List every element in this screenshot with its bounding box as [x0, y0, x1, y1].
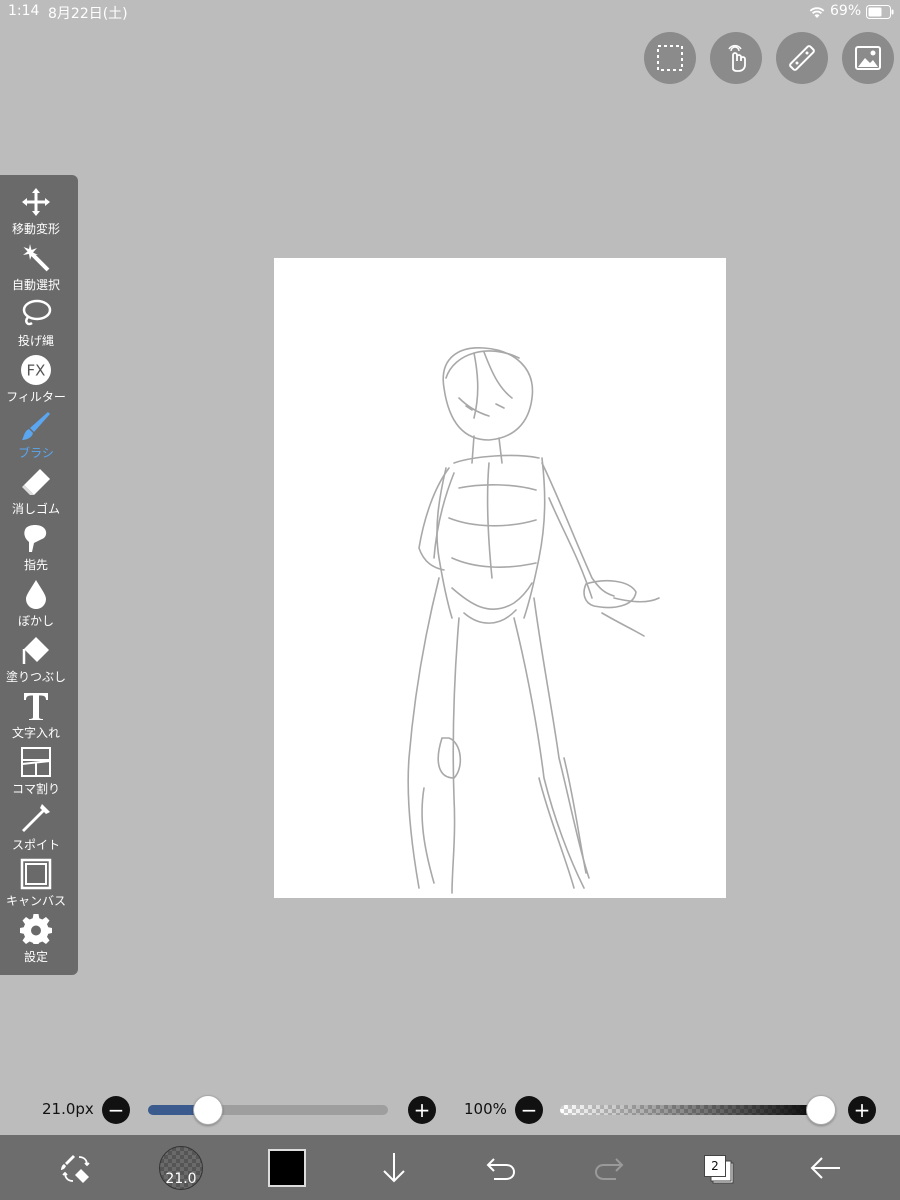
gear-icon: [19, 913, 53, 947]
tool-settings[interactable]: 設定: [0, 913, 72, 969]
ruler-button[interactable]: [776, 32, 828, 84]
redo-button[interactable]: [587, 1146, 631, 1190]
tool-smudge[interactable]: 指先: [0, 521, 72, 577]
wifi-icon: [809, 7, 825, 18]
tool-label: コマ割り: [11, 782, 60, 796]
bottom-toolbar: [0, 1135, 900, 1200]
move-icon: [19, 185, 53, 219]
brush-size-decrease-button[interactable]: −: [102, 1096, 130, 1124]
lasso-icon: [19, 297, 53, 331]
tool-label: ぼかし: [17, 614, 54, 628]
tool-label: 消しゴム: [11, 502, 60, 516]
opacity-value: 100%: [464, 1100, 507, 1118]
tool-label: 設定: [23, 950, 48, 964]
tool-panel: 移動変形 自動選択 投げ縄 FX フィルター ブラシ 消しゴム 指先 ぼかし 塗…: [0, 175, 78, 975]
tool-label: フィルター: [6, 390, 66, 404]
tool-canvas[interactable]: キャンバス: [0, 857, 72, 913]
opacity-knob[interactable]: [806, 1095, 836, 1125]
tool-brush[interactable]: ブラシ: [0, 409, 72, 465]
tool-move[interactable]: 移動変形: [0, 185, 72, 241]
arrow-left-icon: [810, 1157, 840, 1179]
brush-icon: [19, 409, 53, 443]
fx-icon: FX: [19, 353, 53, 387]
swap-brush-eraser-button[interactable]: [54, 1146, 98, 1190]
status-bar: 1:14 8月22日(土) 69%: [0, 0, 900, 24]
text-icon: [19, 689, 53, 723]
eyedropper-icon: [19, 801, 53, 835]
image-icon: [855, 46, 881, 70]
tool-label: ブラシ: [18, 446, 54, 460]
magic-wand-icon: [19, 241, 53, 275]
tool-blur[interactable]: ぼかし: [0, 577, 72, 633]
tool-label: 投げ縄: [17, 334, 54, 348]
brush-size-preview-button[interactable]: 21.0: [159, 1146, 203, 1190]
brush-size-slider[interactable]: [148, 1105, 388, 1115]
touch-button[interactable]: [710, 32, 762, 84]
color-picker-button[interactable]: [268, 1149, 306, 1187]
tool-lasso[interactable]: 投げ縄: [0, 297, 72, 353]
tool-eyedropper[interactable]: スポイト: [0, 801, 72, 857]
blur-drop-icon: [19, 577, 53, 611]
download-button[interactable]: [372, 1146, 416, 1190]
tool-label: 文字入れ: [11, 726, 60, 740]
minus-icon: −: [107, 1098, 125, 1122]
brush-size-knob[interactable]: [193, 1095, 223, 1125]
opacity-increase-button[interactable]: +: [848, 1096, 876, 1124]
back-button[interactable]: [803, 1146, 847, 1190]
battery-percent: 69%: [830, 3, 862, 19]
brush-size-increase-button[interactable]: +: [408, 1096, 436, 1124]
fx-text: FX: [27, 362, 46, 380]
tool-label: 自動選択: [11, 278, 60, 292]
tool-eraser[interactable]: 消しゴム: [0, 465, 72, 521]
brush-eraser-swap-icon: [61, 1155, 90, 1183]
plus-icon: +: [413, 1098, 431, 1122]
canvas-icon: [19, 857, 53, 891]
arrow-down-icon: [383, 1153, 405, 1183]
tool-text[interactable]: 文字入れ: [0, 689, 72, 745]
tool-filter[interactable]: FX フィルター: [0, 353, 72, 409]
undo-icon: [486, 1158, 516, 1180]
tool-fill[interactable]: 塗りつぶし: [0, 633, 72, 689]
status-time: 1:14: [8, 3, 40, 19]
selection-button[interactable]: [644, 32, 696, 84]
battery-icon: [866, 5, 894, 19]
selection-icon: [657, 45, 683, 71]
ruler-icon: [789, 45, 815, 71]
tool-label: スポイト: [11, 838, 60, 852]
frame-divider-icon: [19, 745, 53, 779]
touch-icon: [728, 44, 746, 72]
undo-button[interactable]: [479, 1146, 523, 1190]
drawing-canvas[interactable]: [274, 258, 726, 898]
finger-icon: [19, 521, 53, 555]
status-date: 8月22日(土): [48, 6, 128, 22]
gallery-button[interactable]: [842, 32, 894, 84]
layer-count: 2: [704, 1155, 726, 1177]
tool-label: 移動変形: [11, 222, 60, 236]
tool-label: キャンバス: [5, 894, 66, 908]
tool-auto-select[interactable]: 自動選択: [0, 241, 72, 297]
fill-bucket-icon: [19, 633, 53, 667]
brush-size-value: 21.0px: [42, 1100, 94, 1118]
minus-icon: −: [520, 1098, 538, 1122]
tool-label: 塗りつぶし: [5, 670, 67, 684]
eraser-icon: [19, 465, 53, 499]
opacity-slider[interactable]: [560, 1105, 826, 1115]
tool-frame-divider[interactable]: コマ割り: [0, 745, 72, 801]
figure-sketch: [407, 347, 660, 894]
brush-size-badge: 21.0: [165, 1171, 197, 1187]
plus-icon: +: [853, 1098, 871, 1122]
opacity-decrease-button[interactable]: −: [515, 1096, 543, 1124]
tool-label: 指先: [23, 558, 48, 572]
redo-icon: [594, 1158, 624, 1180]
